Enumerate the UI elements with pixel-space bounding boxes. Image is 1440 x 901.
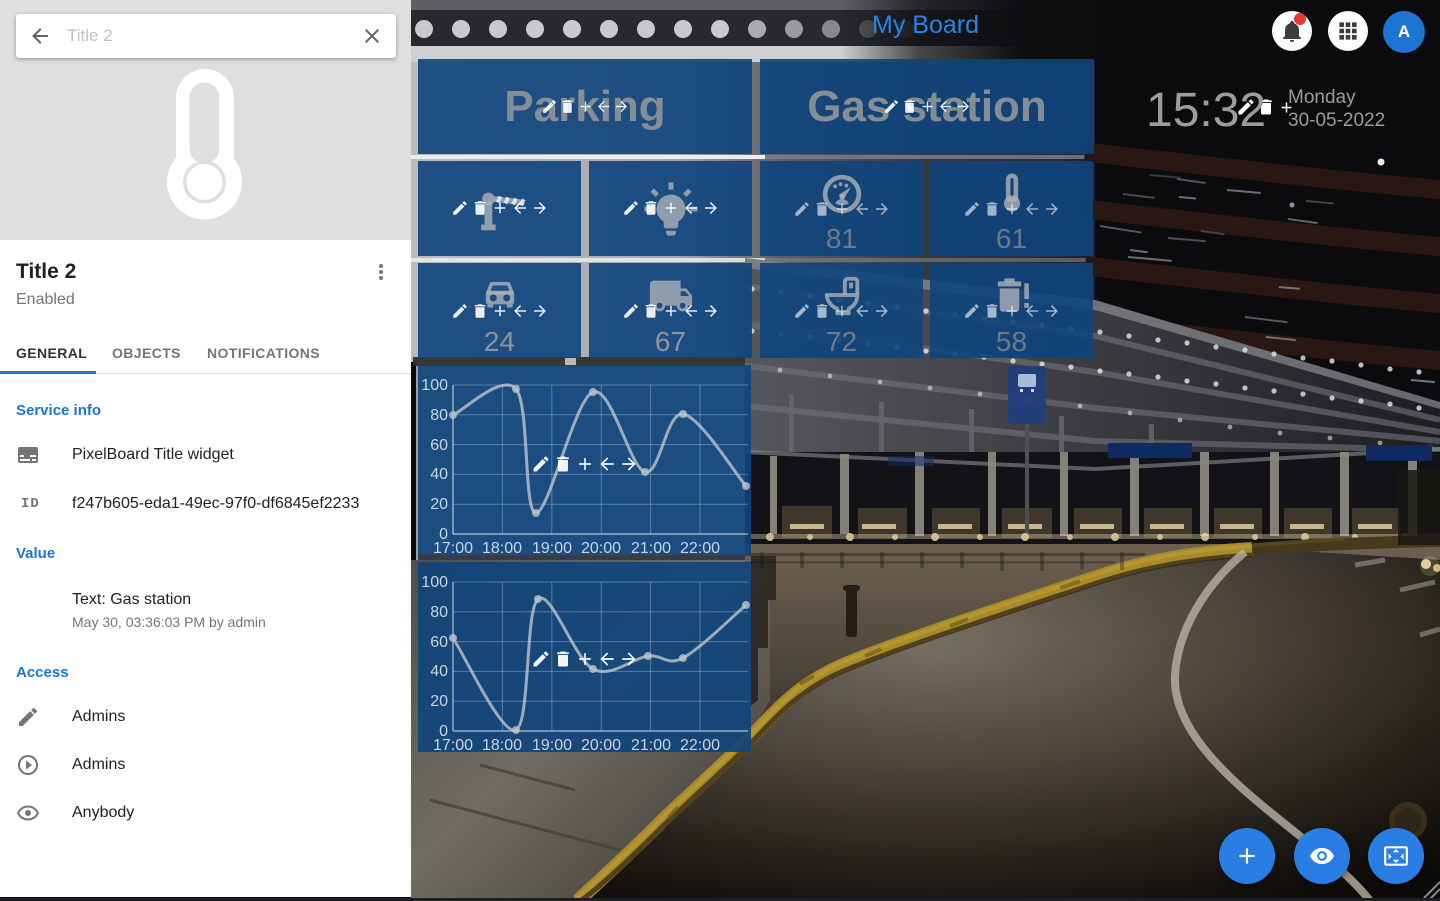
svg-text:21:00: 21:00 (631, 540, 671, 555)
svg-text:100: 100 (421, 377, 448, 394)
svg-text:100: 100 (421, 574, 448, 591)
svg-text:19:00: 19:00 (532, 737, 572, 752)
svg-text:60: 60 (430, 437, 448, 454)
svg-text:18:00: 18:00 (482, 737, 522, 752)
svg-text:19:00: 19:00 (532, 540, 572, 555)
svg-text:80: 80 (430, 604, 448, 621)
svg-text:20:00: 20:00 (581, 540, 621, 555)
svg-text:20:00: 20:00 (581, 737, 621, 752)
svg-text:21:00: 21:00 (631, 737, 671, 752)
svg-text:20: 20 (430, 693, 448, 710)
svg-text:17:00: 17:00 (433, 737, 473, 752)
svg-text:80: 80 (430, 407, 448, 424)
svg-text:22:00: 22:00 (680, 737, 720, 752)
svg-text:22:00: 22:00 (680, 540, 720, 555)
svg-text:18:00: 18:00 (482, 540, 522, 555)
svg-text:20: 20 (430, 496, 448, 513)
svg-text:17:00: 17:00 (433, 540, 473, 555)
